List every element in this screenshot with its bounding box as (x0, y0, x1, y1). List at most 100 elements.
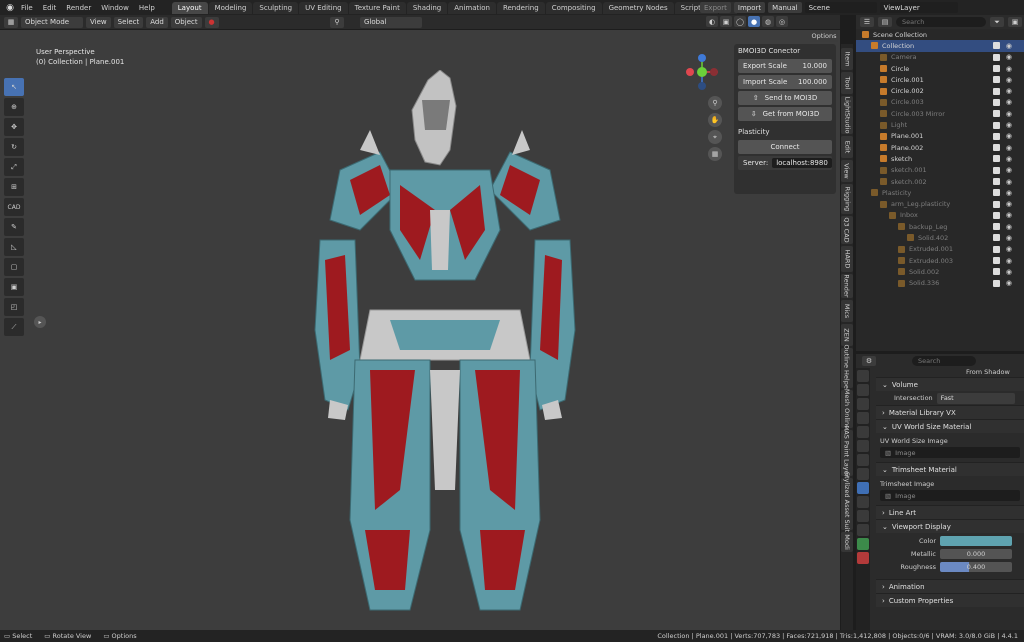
sidebar-tab-2[interactable]: LightStudio (841, 96, 853, 134)
eye-icon[interactable]: ◉ (1006, 257, 1012, 265)
uv-world-section[interactable]: ⌄ UV World Size Material (876, 419, 1024, 433)
visibility-checkbox-icon[interactable] (993, 53, 1000, 61)
properties-search-input[interactable]: Search (912, 356, 976, 366)
outliner-row[interactable]: Circle.003 ◉ (856, 97, 1024, 108)
eye-icon[interactable]: ◉ (1006, 132, 1012, 140)
uv-world-image-field[interactable]: ▧ Image (880, 447, 1020, 458)
filter-icon[interactable]: ⏷ (990, 17, 1004, 27)
physics-tab-icon[interactable] (857, 510, 869, 522)
sidebar-tab-15[interactable]: Modi (841, 532, 853, 552)
line-art-section[interactable]: › Line Art (876, 505, 1024, 519)
visibility-checkbox-icon[interactable] (993, 268, 1000, 276)
display-mode-icon[interactable]: ▤ (878, 17, 892, 27)
sidebar-tab-7[interactable]: HARD (841, 246, 853, 272)
connect-button[interactable]: Connect (738, 140, 832, 154)
outliner-row[interactable]: Solid.402 ◉ (856, 232, 1024, 243)
eye-icon[interactable]: ◉ (1006, 166, 1012, 174)
tab-texture-paint[interactable]: Texture Paint (348, 1, 406, 14)
menu-edit[interactable]: Edit (38, 4, 62, 12)
send-to-moi3d-button[interactable]: ⇧ Send to MOI3D (738, 91, 832, 105)
viewlayer-selector[interactable]: ViewLayer (879, 2, 958, 13)
render-tab-icon[interactable] (857, 384, 869, 396)
collection-tab-icon[interactable] (857, 454, 869, 466)
navigation-gizmo[interactable] (680, 50, 724, 94)
3d-viewport[interactable]: User Perspective (0) Collection | Plane.… (0, 30, 840, 630)
data-tab-icon[interactable] (857, 538, 869, 550)
viewport-display-section[interactable]: ⌄ Viewport Display (876, 519, 1024, 533)
extra-tool-2-icon[interactable]: ◰ (4, 298, 24, 316)
visibility-checkbox-icon[interactable] (993, 65, 1000, 73)
extra-tool-icon[interactable]: ▣ (4, 278, 24, 296)
world-tab-icon[interactable] (857, 440, 869, 452)
outliner-search-input[interactable]: Search (896, 17, 986, 27)
roughness-slider[interactable]: 0.400 (940, 562, 1012, 572)
eyedropper-icon[interactable]: ⚲ (330, 16, 344, 28)
outliner-row[interactable]: Extruded.003 ◉ (856, 255, 1024, 266)
outliner-row[interactable]: arm_Leg.plasticity ◉ (856, 198, 1024, 209)
visibility-checkbox-icon[interactable] (993, 121, 1000, 129)
eye-icon[interactable]: ◉ (1006, 42, 1012, 50)
pan-hand-icon[interactable]: ✋ (708, 113, 722, 127)
add-menu[interactable]: Add (146, 16, 168, 28)
tab-animation[interactable]: Animation (448, 1, 496, 14)
move-tool-icon[interactable]: ✥ (4, 118, 24, 136)
trimsheet-image-field[interactable]: ▧ Image (880, 490, 1020, 501)
snapping-icon[interactable]: ● (204, 16, 219, 28)
tab-sculpting[interactable]: Sculpting (253, 1, 299, 14)
export-button[interactable]: Export (700, 2, 731, 13)
eye-icon[interactable]: ◉ (1006, 121, 1012, 129)
scale-tool-icon[interactable]: ⤢ (4, 158, 24, 176)
import-scale-field[interactable]: Import Scale 100.000 (738, 75, 832, 89)
visibility-checkbox-icon[interactable] (993, 76, 1000, 84)
grid-toggle-icon[interactable]: ▦ (708, 147, 722, 161)
sidebar-tab-9[interactable]: Mics (841, 300, 853, 322)
visibility-checkbox-icon[interactable] (993, 200, 1000, 208)
visibility-checkbox-icon[interactable] (993, 132, 1000, 140)
outliner-row[interactable]: Scene Collection (856, 29, 1024, 40)
eye-icon[interactable]: ◉ (1006, 234, 1012, 242)
tab-rendering[interactable]: Rendering (496, 1, 545, 14)
outliner-row[interactable]: Plane.002 ◉ (856, 142, 1024, 153)
select-menu[interactable]: Select (113, 16, 144, 28)
visibility-checkbox-icon[interactable] (993, 189, 1000, 197)
sidebar-tab-13[interactable]: HAS Paint Layers (841, 425, 853, 481)
sidebar-tab-3[interactable]: Edit (841, 136, 853, 158)
select-box-tool-icon[interactable]: ↖ (4, 78, 24, 96)
export-scale-field[interactable]: Export Scale 10.000 (738, 59, 832, 73)
visibility-checkbox-icon[interactable] (993, 279, 1000, 287)
tab-layout[interactable]: Layout (171, 1, 208, 14)
visibility-checkbox-icon[interactable] (993, 234, 1000, 242)
sidebar-tab-14[interactable]: Stylized Asset Suite (841, 472, 853, 536)
animation-section[interactable]: › Animation (876, 579, 1024, 593)
solid-shading-icon[interactable]: ● (748, 16, 760, 27)
rendered-shading-icon[interactable]: ◎ (776, 16, 788, 27)
get-from-moi3d-button[interactable]: ⇩ Get from MOI3D (738, 107, 832, 121)
measure-tool-icon[interactable]: ◺ (4, 238, 24, 256)
visibility-checkbox-icon[interactable] (993, 110, 1000, 118)
volume-section[interactable]: ⌄ Volume (876, 377, 1024, 391)
outliner-row[interactable]: Collection ◉ (856, 40, 1024, 52)
outliner-editor-icon[interactable]: ☰ (860, 17, 874, 27)
zoom-icon[interactable]: ⚲ (708, 96, 722, 110)
eye-icon[interactable]: ◉ (1006, 245, 1012, 253)
outliner-row[interactable]: Extruded.001 ◉ (856, 244, 1024, 255)
outliner-row[interactable]: Plasticity ◉ (856, 187, 1024, 198)
visibility-checkbox-icon[interactable] (993, 42, 1000, 50)
menu-file[interactable]: File (16, 4, 38, 12)
metallic-slider[interactable]: 0.000 (940, 549, 1012, 559)
import-button[interactable]: Import (733, 2, 766, 13)
sidebar-tab-11[interactable]: Outline Helper (841, 344, 853, 392)
eye-icon[interactable]: ◉ (1006, 189, 1012, 197)
material-library-section[interactable]: › Material Library VX (876, 405, 1024, 419)
outliner-row[interactable]: Camera ◉ (856, 52, 1024, 63)
object-menu[interactable]: Object (170, 16, 202, 28)
visibility-checkbox-icon[interactable] (993, 257, 1000, 265)
plasticity-panel-title[interactable]: Plasticity (734, 125, 836, 138)
outliner-row[interactable]: Circle.003 Mirror ◉ (856, 108, 1024, 119)
intersection-select[interactable]: Fast (936, 392, 1015, 404)
wireframe-shading-icon[interactable]: ◯ (734, 16, 746, 27)
outliner-row[interactable]: sketch.001 ◉ (856, 165, 1024, 176)
eye-icon[interactable]: ◉ (1006, 98, 1012, 106)
transform-tool-icon[interactable]: ⊞ (4, 178, 24, 196)
mode-select[interactable]: Object Mode (21, 16, 83, 28)
